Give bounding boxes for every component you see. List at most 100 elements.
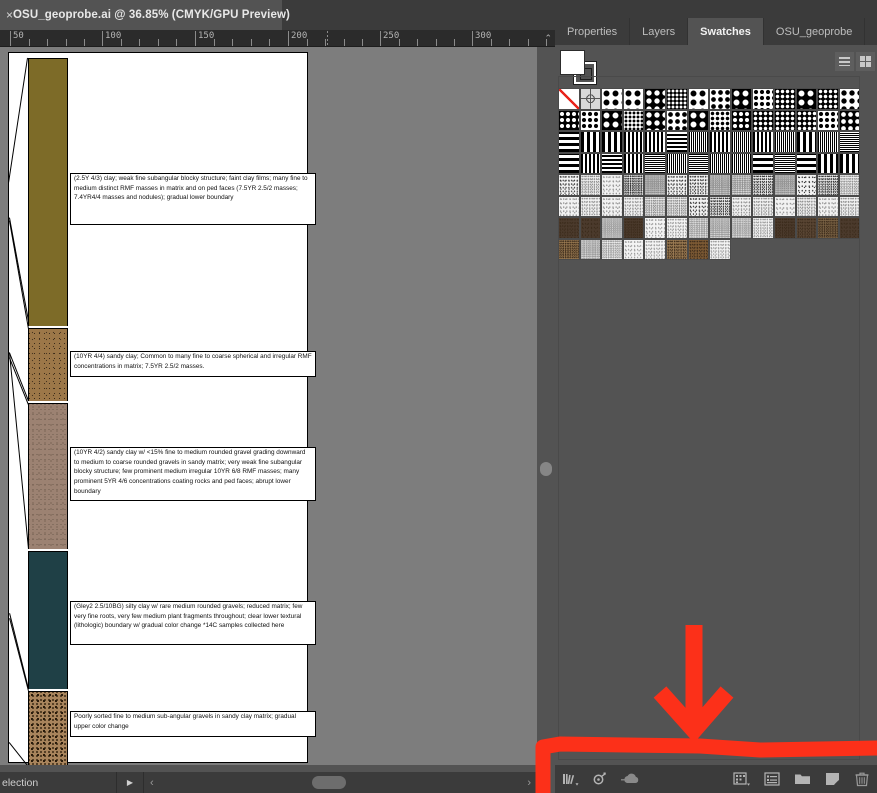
swatch-registration[interactable] <box>579 88 602 110</box>
swatch-pattern-29[interactable] <box>558 131 580 153</box>
swatch-pattern-65[interactable] <box>730 174 753 196</box>
swatch-pattern-67[interactable] <box>773 174 796 196</box>
swatch-pattern-45[interactable] <box>601 152 623 174</box>
swatch-pattern-87[interactable] <box>601 217 623 239</box>
swatch-pattern-91[interactable] <box>687 217 710 239</box>
soil-layer-description-box-1[interactable]: (2.5Y 4/3) clay; weak fine subangular bl… <box>70 173 316 225</box>
swatch-pattern-74[interactable] <box>622 195 645 217</box>
swatch-pattern-83[interactable] <box>817 195 839 217</box>
document-tab[interactable]: × OSU_geoprobe.ai @ 36.85% (CMYK/GPU Pre… <box>0 0 290 30</box>
soil-layer-description-box-5[interactable]: Poorly sorted fine to medium sub-angular… <box>70 711 316 737</box>
swatch-pattern-96[interactable] <box>795 217 818 239</box>
swatch-pattern-39[interactable] <box>773 131 796 153</box>
swatch-pattern-104[interactable] <box>665 238 688 260</box>
swatch-pattern-52[interactable] <box>752 152 774 174</box>
swatch-pattern-81[interactable] <box>773 195 796 217</box>
swatch-pattern-99[interactable] <box>558 238 580 260</box>
swatch-pattern-56[interactable] <box>838 152 861 174</box>
swatch-pattern-68[interactable] <box>795 174 818 196</box>
soil-layer-description-box-4[interactable]: (Gley2 2.5/10BG) silty clay w/ rare medi… <box>70 601 316 645</box>
swatch-pattern-106[interactable] <box>709 238 731 260</box>
swatch-libraries-menu-icon[interactable] <box>555 765 585 793</box>
swatch-pattern-85[interactable] <box>558 217 580 239</box>
swatch-pattern-34[interactable] <box>665 131 688 153</box>
soil-layer-5[interactable] <box>28 691 68 765</box>
swatch-pattern-27[interactable] <box>817 109 839 131</box>
swatch-pattern-71[interactable] <box>558 195 580 217</box>
swatch-pattern-55[interactable] <box>817 152 839 174</box>
swatch-pattern-79[interactable] <box>730 195 753 217</box>
swatch-pattern-30[interactable] <box>579 131 602 153</box>
swatch-grid[interactable] <box>558 88 861 260</box>
swatch-pattern-48[interactable] <box>665 152 688 174</box>
swatch-pattern-12[interactable] <box>795 88 818 110</box>
new-swatch-icon[interactable] <box>817 765 847 793</box>
swatch-pattern-44[interactable] <box>579 152 602 174</box>
swatch-pattern-105[interactable] <box>687 238 710 260</box>
show-swatch-kinds-menu-icon[interactable] <box>727 765 757 793</box>
swatch-pattern-80[interactable] <box>752 195 774 217</box>
swatch-pattern-17[interactable] <box>601 109 623 131</box>
soil-layer-description-box-2[interactable]: (10YR 4/4) sandy clay; Common to many fi… <box>70 351 316 377</box>
swatch-pattern-94[interactable] <box>752 217 774 239</box>
grid-view-icon[interactable] <box>856 52 875 71</box>
canvas-vertical-scroll-thumb[interactable] <box>540 462 552 476</box>
swatch-pattern-4[interactable] <box>622 88 645 110</box>
swatch-pattern-24[interactable] <box>752 109 774 131</box>
swatch-pattern-61[interactable] <box>644 174 666 196</box>
swatch-pattern-95[interactable] <box>773 217 796 239</box>
swatch-pattern-100[interactable] <box>579 238 602 260</box>
status-play-icon[interactable]: ▶ <box>117 778 143 787</box>
swatch-pattern-63[interactable] <box>687 174 710 196</box>
scroll-left-icon[interactable]: ‹ <box>144 777 160 789</box>
soil-layer-description-box-3[interactable]: (10YR 4/2) sandy clay w/ <15% fine to me… <box>70 447 316 501</box>
new-color-group-icon[interactable] <box>787 765 817 793</box>
soil-layer-1[interactable] <box>28 58 68 326</box>
swatch-pattern-64[interactable] <box>709 174 731 196</box>
swatch-pattern-54[interactable] <box>795 152 818 174</box>
swatch-pattern-66[interactable] <box>752 174 774 196</box>
color-group-link-icon[interactable] <box>585 765 615 793</box>
swatch-pattern-75[interactable] <box>644 195 666 217</box>
swatch-pattern-51[interactable] <box>730 152 753 174</box>
swatch-pattern-15[interactable] <box>558 109 580 131</box>
swatch-pattern-60[interactable] <box>622 174 645 196</box>
swatch-pattern-93[interactable] <box>730 217 753 239</box>
swatch-pattern-3[interactable] <box>601 88 623 110</box>
scroll-right-icon[interactable]: › <box>527 777 531 789</box>
swatch-pattern-7[interactable] <box>687 88 710 110</box>
artboard[interactable]: (2.5Y 4/3) clay; weak fine subangular bl… <box>8 52 316 765</box>
soil-layer-4[interactable] <box>28 551 68 689</box>
swatch-pattern-20[interactable] <box>665 109 688 131</box>
canvas-horizontal-scrollbar[interactable]: ‹ › <box>144 772 537 793</box>
swatch-pattern-73[interactable] <box>601 195 623 217</box>
swatch-pattern-82[interactable] <box>795 195 818 217</box>
swatch-options-icon[interactable] <box>757 765 787 793</box>
swatch-pattern-102[interactable] <box>622 238 645 260</box>
canvas-area[interactable]: (2.5Y 4/3) clay; weak fine subangular bl… <box>0 47 537 765</box>
swatch-pattern-8[interactable] <box>709 88 731 110</box>
swatch-pattern-76[interactable] <box>665 195 688 217</box>
horizontal-ruler[interactable]: ⌃ 50 100 150 200 250 300 <box>0 30 555 47</box>
swatch-pattern-10[interactable] <box>752 88 774 110</box>
swatch-pattern-25[interactable] <box>773 109 796 131</box>
swatch-pattern-86[interactable] <box>579 217 602 239</box>
swatch-pattern-37[interactable] <box>730 131 753 153</box>
swatch-pattern-90[interactable] <box>665 217 688 239</box>
swatch-pattern-70[interactable] <box>838 174 861 196</box>
fill-color-swatch[interactable] <box>560 50 585 75</box>
soil-layer-2[interactable] <box>28 328 68 401</box>
panel-tab-osu-geoprobe[interactable]: OSU_geoprobe <box>763 18 866 45</box>
fill-stroke-indicator[interactable] <box>558 50 600 85</box>
swatch-pattern-50[interactable] <box>709 152 731 174</box>
swatch-pattern-103[interactable] <box>644 238 666 260</box>
swatch-pattern-40[interactable] <box>795 131 818 153</box>
swatch-pattern-35[interactable] <box>687 131 710 153</box>
canvas-horizontal-scroll-thumb[interactable] <box>312 776 346 789</box>
swatch-pattern-31[interactable] <box>601 131 623 153</box>
swatch-pattern-49[interactable] <box>687 152 710 174</box>
swatch-pattern-9[interactable] <box>730 88 753 110</box>
swatch-pattern-72[interactable] <box>579 195 602 217</box>
soil-layer-3[interactable] <box>28 403 68 549</box>
list-view-icon[interactable] <box>835 52 854 71</box>
